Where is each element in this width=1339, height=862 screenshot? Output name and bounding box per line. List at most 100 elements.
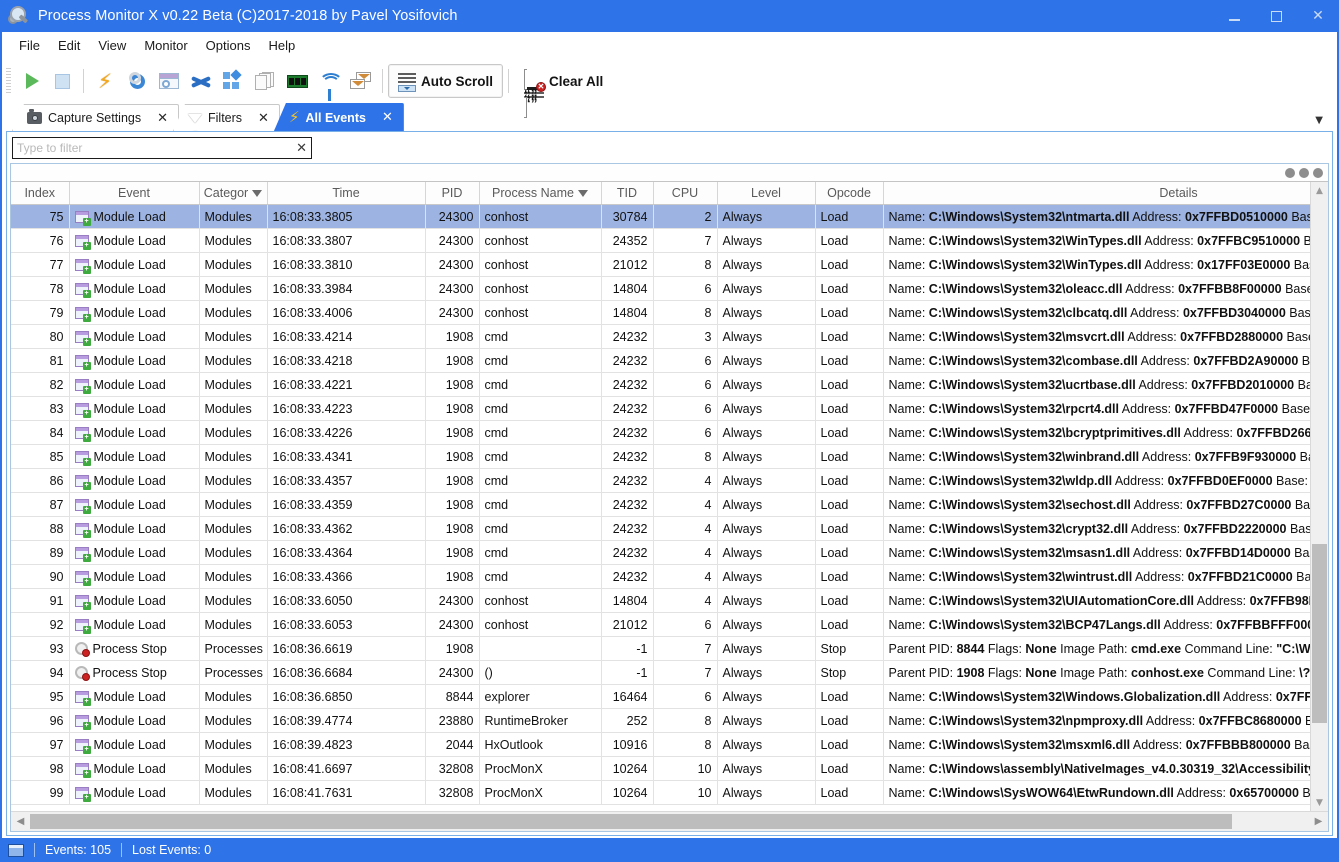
table-row[interactable]: 86 Module Load Modules16:08:33.43571908cmd…	[11, 468, 1310, 493]
close-button[interactable]: ✕	[1297, 0, 1339, 32]
table-row[interactable]: 78 Module Load Modules16:08:33.398424300co…	[11, 276, 1310, 301]
horizontal-scroll-thumb[interactable]	[30, 814, 1233, 829]
grid-dot-3-icon[interactable]	[1313, 167, 1323, 178]
table-row[interactable]: 85 Module Load Modules16:08:33.43411908cmd…	[11, 444, 1310, 469]
column-header-category[interactable]: Categor	[199, 182, 268, 205]
table-row[interactable]: 89 Module Load Modules16:08:33.43641908cmd…	[11, 540, 1310, 565]
grid-dot-1-icon[interactable]	[1285, 167, 1295, 178]
table-row[interactable]: 99 Module Load Modules16:08:41.763132808Pr…	[11, 780, 1310, 805]
column-header-time[interactable]: Time	[267, 182, 426, 205]
tab-all-events-close-icon[interactable]: ✕	[382, 111, 393, 124]
column-header-tid[interactable]: TID	[601, 182, 654, 205]
clear-filter-icon[interactable]: ✕	[296, 142, 307, 155]
window-properties-icon[interactable]	[154, 66, 184, 96]
tab-filters-close-icon[interactable]: ✕	[258, 112, 269, 125]
cell-time: 16:08:33.3807	[267, 228, 426, 253]
cell-opcode: Load	[815, 708, 884, 733]
scroll-right-arrow-icon[interactable]: ▶	[1309, 812, 1328, 831]
grid-options-bar	[11, 164, 1328, 182]
tab-overflow-chevron-down-icon[interactable]: ▼	[1315, 115, 1323, 126]
stop-capture-icon[interactable]	[47, 66, 77, 96]
table-row[interactable]: 91 Module Load Modules16:08:33.605024300co…	[11, 588, 1310, 613]
events-bolt-icon[interactable]: ⚡	[90, 66, 120, 96]
column-filter-funnel-icon-process[interactable]	[577, 189, 588, 204]
table-row[interactable]: 82 Module Load Modules16:08:33.42211908cmd…	[11, 372, 1310, 397]
cell-index: 84	[11, 420, 70, 445]
filter-box[interactable]: ✕	[12, 137, 312, 159]
column-header-label-index: Index	[24, 186, 56, 200]
table-row[interactable]: 93 Process Stop Processes 16:08:36.6619 1908…	[11, 636, 1310, 661]
table-row[interactable]: 88 Module Load Modules16:08:33.43621908cmd…	[11, 516, 1310, 541]
cell-process: cmd	[479, 444, 602, 469]
network-cross-icon[interactable]	[186, 66, 216, 96]
column-header-process[interactable]: Process Name	[479, 182, 602, 205]
grid-dot-2-icon[interactable]	[1299, 167, 1309, 178]
cell-index: 85	[11, 444, 70, 469]
maximize-button[interactable]	[1255, 0, 1297, 32]
column-header-event[interactable]: Event	[69, 182, 200, 205]
messages-icon[interactable]	[346, 66, 376, 96]
table-row[interactable]: 81 Module Load Modules16:08:33.42181908cmd…	[11, 348, 1310, 373]
settings-gear-icon[interactable]	[122, 66, 152, 96]
cell-index: 86	[11, 468, 70, 493]
column-header-details[interactable]: Details	[883, 182, 1310, 205]
cell-pid: 24300	[425, 276, 480, 301]
status-events-count: Events: 105	[45, 843, 112, 857]
scroll-left-arrow-icon[interactable]: ◀	[11, 812, 30, 831]
clear-all-button[interactable]: ✕ Clear All	[514, 64, 613, 118]
horizontal-scroll-track[interactable]	[30, 812, 1309, 831]
menu-view[interactable]: View	[89, 34, 135, 57]
cell-tid: 24232	[601, 324, 654, 349]
table-row[interactable]: 87 Module Load Modules16:08:33.43591908cmd…	[11, 492, 1310, 517]
table-row[interactable]: 79 Module Load Modules16:08:33.400624300co…	[11, 300, 1310, 325]
cell-details: Name: C:\Windows\System32\npmproxy.dll A…	[883, 708, 1310, 733]
column-header-opcode[interactable]: Opcode	[815, 182, 884, 205]
cell-tid: 14804	[601, 276, 654, 301]
vertical-scroll-thumb[interactable]	[1312, 544, 1327, 723]
tab-capture-settings[interactable]: Capture Settings ✕	[12, 104, 180, 131]
scroll-down-arrow-icon[interactable]: ▼	[1311, 794, 1328, 811]
table-row[interactable]: 97 Module Load Modules16:08:39.48232044HxO…	[11, 732, 1310, 757]
table-row[interactable]: 75 Module Load Modules16:08:33.380524300co…	[11, 204, 1310, 229]
table-row[interactable]: 76 Module Load Modules16:08:33.380724300co…	[11, 228, 1310, 253]
network-signal-icon[interactable]	[314, 66, 344, 101]
table-row[interactable]: 90 Module Load Modules16:08:33.43661908cmd…	[11, 564, 1310, 589]
column-header-level[interactable]: Level	[717, 182, 816, 205]
vertical-scrollbar[interactable]: ▲ ▼	[1310, 182, 1328, 811]
cell-pid: 1908	[425, 468, 480, 493]
table-row[interactable]: 83 Module Load Modules16:08:33.42231908cmd…	[11, 396, 1310, 421]
menu-edit[interactable]: Edit	[49, 34, 89, 57]
table-row[interactable]: 94 Process Stop Processes 16:08:36.6684 2430…	[11, 660, 1310, 685]
table-row[interactable]: 80 Module Load Modules16:08:33.42141908cmd…	[11, 324, 1310, 349]
memory-icon[interactable]	[282, 66, 312, 96]
table-row[interactable]: 92 Module Load Modules16:08:33.605324300co…	[11, 612, 1310, 637]
scroll-up-arrow-icon[interactable]: ▲	[1311, 182, 1328, 199]
start-capture-icon[interactable]	[15, 66, 45, 96]
column-header-cpu[interactable]: CPU	[653, 182, 718, 205]
copy-pages-icon[interactable]	[250, 66, 280, 96]
tiles-icon[interactable]	[218, 66, 248, 96]
search-input[interactable]	[17, 141, 291, 155]
table-row[interactable]: 84 Module Load Modules16:08:33.42261908cmd…	[11, 420, 1310, 445]
toolbar-grip[interactable]	[6, 68, 11, 94]
menu-file[interactable]: File	[10, 34, 49, 57]
column-header-pid[interactable]: PID	[425, 182, 480, 205]
table-row[interactable]: 95 Module Load Modules16:08:36.68508844exp…	[11, 684, 1310, 709]
minimize-button[interactable]	[1213, 0, 1255, 32]
table-row[interactable]: 77 Module Load Modules16:08:33.381024300co…	[11, 252, 1310, 277]
tab-filters[interactable]: Filters ✕	[173, 104, 280, 131]
table-row[interactable]: 98 Module Load Modules16:08:41.669732808Pr…	[11, 756, 1310, 781]
table-row[interactable]: 96 Module Load Modules16:08:39.477423880Ru…	[11, 708, 1310, 733]
cell-index: 75	[11, 204, 70, 229]
menu-monitor[interactable]: Monitor	[135, 34, 196, 57]
cell-opcode: Load	[815, 468, 884, 493]
auto-scroll-button[interactable]: Auto Scroll	[388, 64, 504, 98]
menu-options[interactable]: Options	[197, 34, 260, 57]
column-header-index[interactable]: Index	[11, 182, 70, 205]
column-filter-funnel-icon-category[interactable]	[252, 189, 263, 204]
menu-help[interactable]: Help	[259, 34, 304, 57]
horizontal-scrollbar[interactable]: ◀ ▶	[11, 811, 1328, 831]
vertical-scroll-track[interactable]	[1311, 199, 1328, 794]
tab-all-events[interactable]: ⚡ All Events ✕	[273, 103, 404, 131]
tab-capture-settings-close-icon[interactable]: ✕	[157, 112, 168, 125]
